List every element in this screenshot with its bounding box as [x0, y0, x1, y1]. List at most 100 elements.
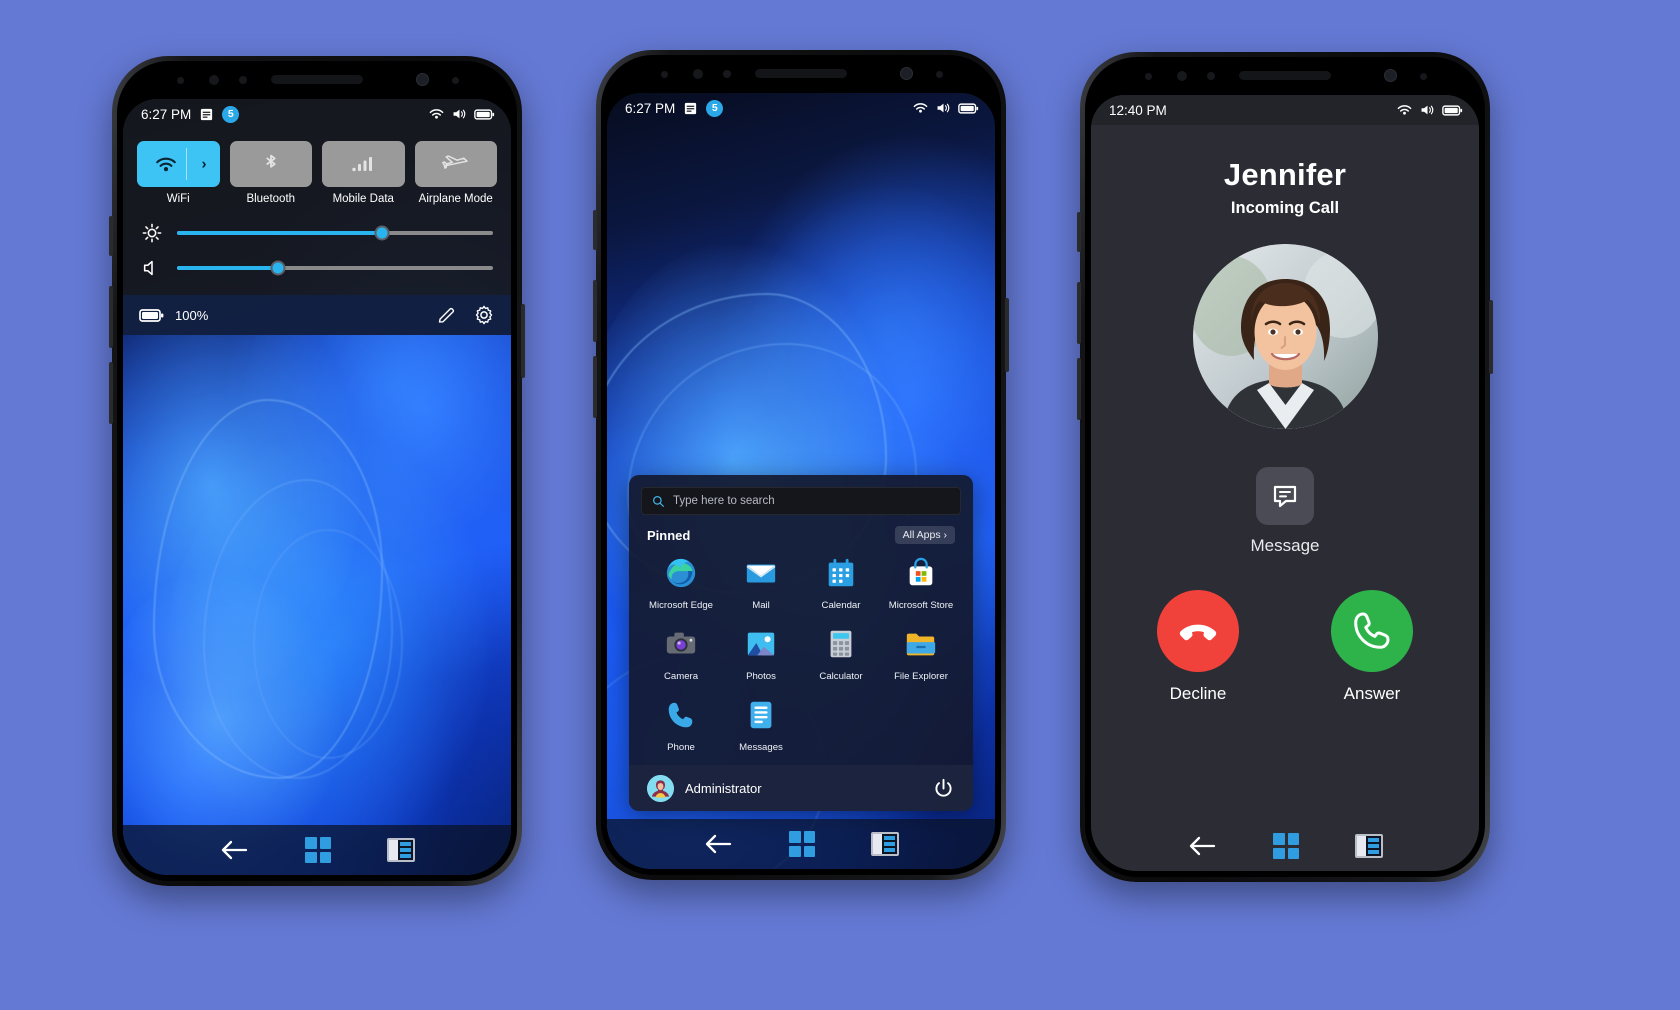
phone2-status-bar: 6:27 PM 5 — [607, 93, 995, 123]
battery-icon — [1442, 104, 1463, 116]
gear-icon[interactable] — [473, 304, 495, 326]
answer-action[interactable]: Answer — [1331, 590, 1413, 704]
phone1-power-button[interactable] — [521, 304, 525, 378]
incoming-call-screen: 12:40 PM Jennifer Incoming Call Message … — [1091, 95, 1479, 871]
phone-quick-settings: 6:27 PM 5 › WiFi Bluetooth Mobile Data A… — [109, 56, 525, 886]
back-arrow-icon[interactable] — [1187, 834, 1217, 858]
sensor-dot — [452, 77, 459, 84]
caller-name: Jennifer — [1223, 157, 1347, 192]
volume-slider[interactable] — [177, 260, 493, 276]
tile-airplane-mode[interactable]: Airplane Mode — [414, 141, 497, 205]
app-tile-calculator[interactable]: Calculator — [801, 623, 881, 686]
app-label: Camera — [663, 671, 699, 682]
phone1-sensor-strip — [117, 61, 517, 99]
avatar-illustration — [647, 774, 674, 802]
phone2-side-button-bixby[interactable] — [593, 210, 597, 250]
quick-toggle-tiles: › WiFi Bluetooth Mobile Data Airplane Mo… — [123, 129, 511, 209]
phone1-volume-up-button[interactable] — [109, 286, 113, 348]
brightness-slider[interactable] — [177, 225, 493, 241]
app-label: Calculator — [819, 671, 863, 682]
app-tile-microsoft-edge[interactable]: Microsoft Edge — [641, 552, 721, 615]
windows-logo-icon[interactable] — [789, 831, 815, 857]
windows-logo-icon[interactable] — [1273, 833, 1299, 859]
notification-badge: 5 — [706, 99, 724, 117]
signal-bars-icon — [352, 157, 373, 172]
app-tile-calendar[interactable]: Calendar — [801, 552, 881, 615]
status-time: 6:27 PM — [625, 100, 676, 116]
search-icon — [653, 495, 664, 507]
battery-icon — [139, 308, 164, 322]
task-view-icon[interactable] — [1355, 834, 1383, 858]
volume-icon — [143, 260, 153, 276]
brightness-slider-knob[interactable] — [374, 225, 390, 241]
phone3-power-button[interactable] — [1489, 300, 1493, 374]
search-placeholder: Type here to search — [673, 495, 775, 507]
app-tile-file-explorer[interactable]: File Explorer — [881, 623, 961, 686]
phone3-status-bar: 12:40 PM — [1091, 95, 1479, 125]
tile-bluetooth-button[interactable] — [229, 141, 312, 187]
search-input[interactable]: Type here to search — [641, 487, 961, 515]
pinned-title: Pinned — [647, 527, 691, 543]
account-name: Administrator — [685, 780, 762, 796]
answer-label: Answer — [1343, 684, 1401, 703]
phone1-side-button-bixby[interactable] — [109, 216, 113, 256]
volume-slider-knob[interactable] — [270, 260, 286, 276]
earpiece-speaker — [1239, 71, 1331, 80]
account-button[interactable]: Administrator — [647, 774, 762, 802]
phone2-volume-up-button[interactable] — [593, 280, 597, 342]
tile-airplane-mode-button[interactable] — [414, 141, 497, 187]
app-label: Mail — [752, 600, 770, 611]
app-tile-microsoft-store[interactable]: Microsoft Store — [881, 552, 961, 615]
front-camera — [900, 67, 913, 80]
tile-mobile-data-button[interactable] — [322, 141, 405, 187]
back-arrow-icon[interactable] — [703, 832, 733, 856]
chevron-right-icon[interactable]: › — [202, 156, 207, 173]
message-button[interactable] — [1256, 467, 1314, 525]
app-tile-mail[interactable]: Mail — [721, 552, 801, 615]
phone-icon — [1354, 612, 1390, 649]
pencil-icon[interactable] — [436, 305, 457, 326]
phone-hangup-icon — [1179, 624, 1217, 641]
power-icon[interactable] — [932, 777, 955, 800]
app-tile-messages[interactable]: Messages — [721, 694, 801, 757]
note-icon — [685, 102, 697, 114]
tile-label: Bluetooth — [246, 193, 296, 205]
airplane-icon — [441, 155, 468, 169]
app-tile-camera[interactable]: Camera — [641, 623, 721, 686]
message-bubble-icon — [1273, 485, 1297, 508]
back-arrow-icon[interactable] — [219, 838, 249, 862]
app-tile-photos[interactable]: Photos — [721, 623, 801, 686]
quick-settings-footer: 100% — [123, 295, 511, 335]
tile-wifi[interactable]: › WiFi — [137, 141, 220, 205]
earpiece-speaker — [755, 69, 847, 78]
tile-bluetooth[interactable]: Bluetooth — [229, 141, 312, 205]
folder-icon — [906, 633, 936, 656]
all-apps-button[interactable]: All Apps › — [894, 526, 955, 544]
camera-icon — [666, 632, 696, 654]
sensor-dot — [239, 76, 247, 84]
windows-logo-icon[interactable] — [305, 837, 331, 863]
answer-button[interactable] — [1331, 590, 1413, 672]
task-view-icon[interactable] — [387, 838, 415, 862]
phone2-volume-down-button[interactable] — [593, 356, 597, 418]
user-avatar — [647, 774, 674, 802]
wifi-icon — [913, 103, 928, 113]
phone2-power-button[interactable] — [1005, 298, 1009, 372]
app-tile-phone[interactable]: Phone — [641, 694, 721, 757]
decline-button[interactable] — [1157, 590, 1239, 672]
decline-action[interactable]: Decline — [1157, 590, 1239, 704]
photos-icon — [747, 632, 775, 656]
sensor-dot — [936, 71, 943, 78]
phone2-nav-bar — [607, 819, 995, 869]
sensor-dot — [661, 71, 668, 78]
earpiece-speaker — [271, 75, 363, 84]
phone3-volume-down-button[interactable] — [1077, 358, 1081, 420]
tile-wifi-button[interactable]: › — [137, 141, 220, 187]
app-label: Microsoft Edge — [649, 600, 713, 611]
task-view-icon[interactable] — [871, 832, 899, 856]
tile-mobile-data[interactable]: Mobile Data — [322, 141, 405, 205]
phone3-side-button-bixby[interactable] — [1077, 212, 1081, 252]
phone3-volume-up-button[interactable] — [1077, 282, 1081, 344]
phone1-volume-down-button[interactable] — [109, 362, 113, 424]
caller-photo — [1192, 244, 1378, 429]
